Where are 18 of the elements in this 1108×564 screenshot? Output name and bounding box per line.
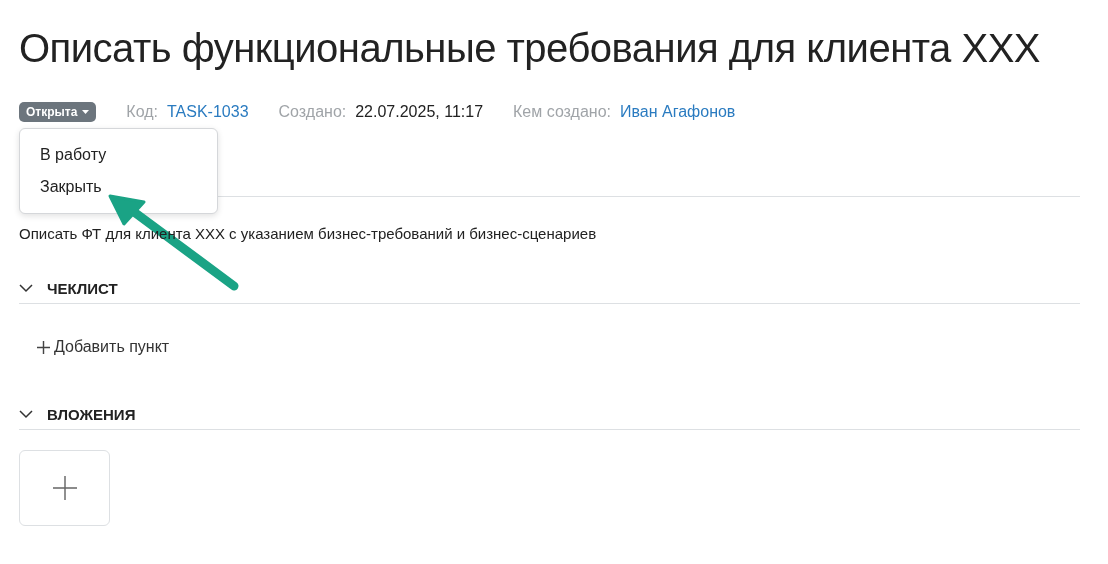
plus-icon <box>37 340 50 354</box>
meta-value: 22.07.2025, 11:17 <box>355 103 484 121</box>
menu-item[interactable]: В работу <box>20 139 217 171</box>
status-dropdown[interactable]: Открыта <box>19 102 97 122</box>
task-title: Описать функциональные требования для клиента XXX <box>19 25 1041 72</box>
meta-label: Код: <box>126 103 158 121</box>
meta-link[interactable]: TASK-1033 <box>167 103 249 121</box>
meta-label: Кем создано: <box>513 103 611 121</box>
section-title: ЧЕКЛИСТ <box>47 280 118 297</box>
caret-icon <box>82 110 90 114</box>
meta-label: Создано: <box>278 103 347 121</box>
add-item-button[interactable]: Добавить пункт <box>37 338 170 356</box>
chevron-icon[interactable] <box>19 410 33 419</box>
meta-link[interactable]: Иван Агафонов <box>620 103 736 121</box>
section-title: ВЛОЖЕНИЯ <box>47 406 136 423</box>
plus-icon <box>52 476 77 500</box>
chevron-icon[interactable] <box>19 284 33 293</box>
menu-item[interactable]: Закрыть <box>20 171 217 203</box>
